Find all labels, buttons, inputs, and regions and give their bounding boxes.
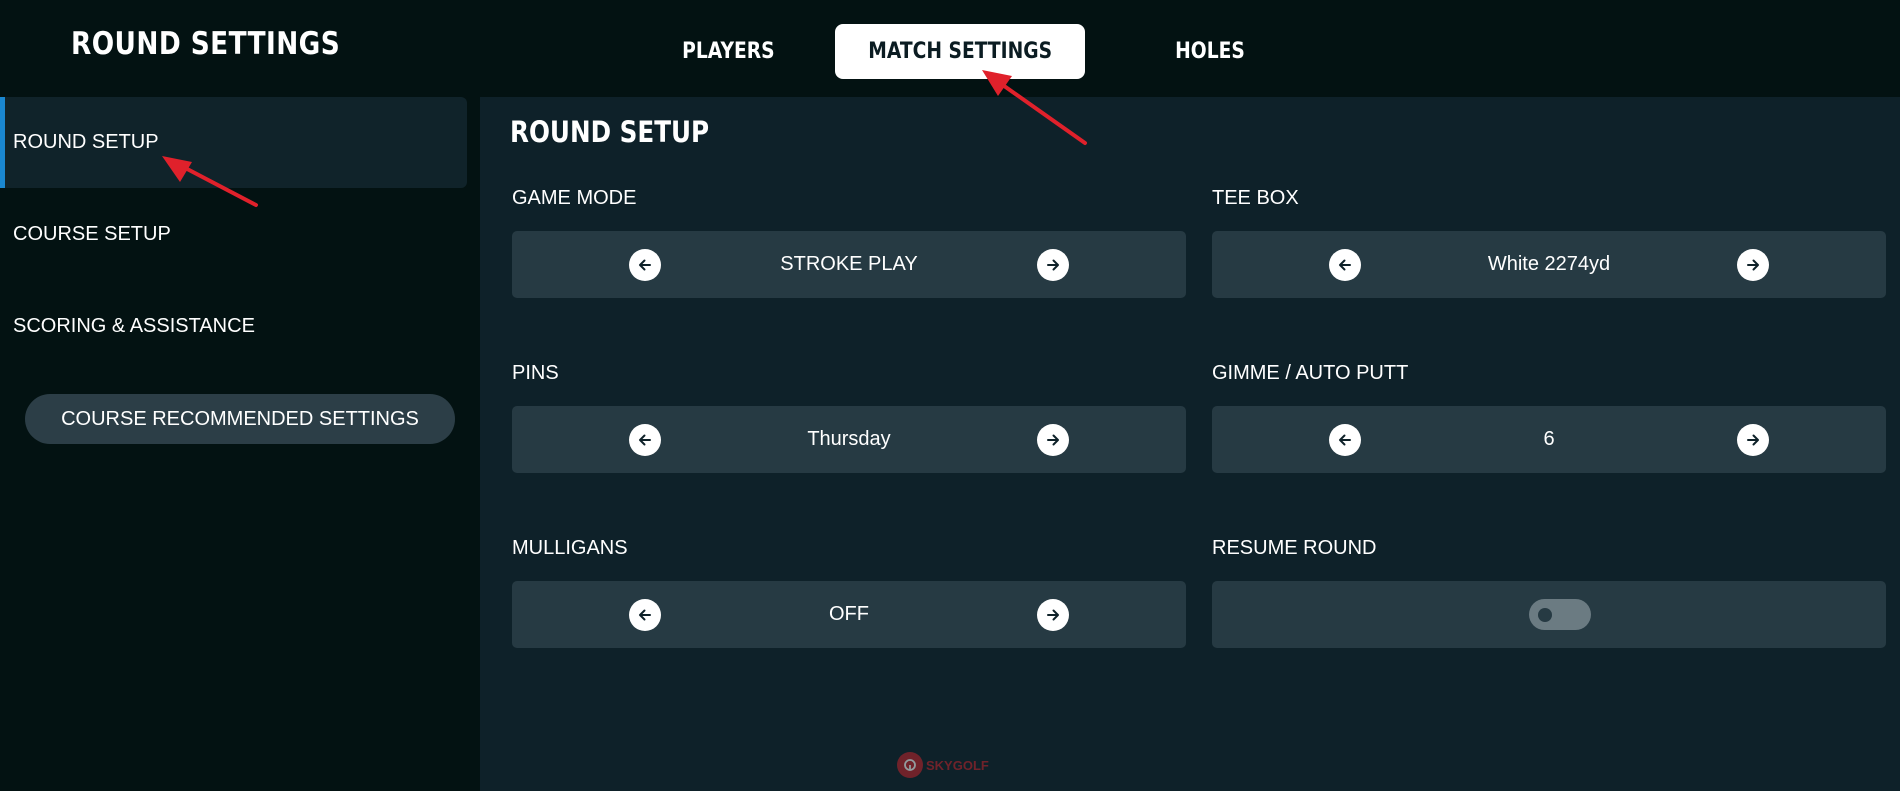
sidebar-item-label: SCORING & ASSISTANCE [13, 315, 255, 337]
course-recommended-settings-button[interactable]: COURSE RECOMMENDED SETTINGS [25, 394, 455, 444]
sidebar-item-label: COURSE SETUP [13, 223, 171, 245]
pins-next-button[interactable] [1037, 424, 1069, 456]
arrow-right-icon [1747, 259, 1759, 271]
toggle-knob [1538, 608, 1552, 622]
sidebar-item-label: ROUND SETUP [13, 131, 159, 153]
app-root: ROUND SETTINGS PLAYERS MATCH SETTINGS HO… [0, 0, 1900, 791]
pins-value: Thursday [807, 428, 891, 450]
course-recommended-settings-label: COURSE RECOMMENDED SETTINGS [61, 407, 419, 430]
arrow-right-icon [1047, 259, 1059, 271]
tee-box-value: White 2274yd [1487, 253, 1611, 275]
arrow-right-icon [1747, 434, 1759, 446]
section-title: ROUND SETUP [510, 115, 710, 149]
arrow-left-icon [1339, 259, 1351, 271]
tee-box-label: TEE BOX [1212, 187, 1299, 209]
tab-players-label: PLAYERS [681, 39, 775, 64]
tab-holes[interactable]: HOLES [1120, 24, 1300, 79]
mulligans-prev-button[interactable] [629, 599, 661, 631]
tee-box-selector: White 2274yd [1212, 231, 1886, 298]
sidebar-item-round-setup[interactable]: ROUND SETUP [0, 97, 467, 188]
game-mode-selector: STROKE PLAY [512, 231, 1186, 298]
mulligans-selector: OFF [512, 581, 1186, 648]
tee-box-next-button[interactable] [1737, 249, 1769, 281]
gimme-auto-putt-prev-button[interactable] [1329, 424, 1361, 456]
game-mode-label: GAME MODE [512, 187, 637, 209]
tab-holes-label: HOLES [1175, 39, 1245, 64]
game-mode-next-button[interactable] [1037, 249, 1069, 281]
sidebar: ROUND SETUP COURSE SETUP SCORING & ASSIS… [0, 97, 480, 791]
tab-match-settings[interactable]: MATCH SETTINGS [835, 24, 1085, 79]
sidebar-item-scoring-assistance[interactable]: SCORING & ASSISTANCE [0, 281, 467, 372]
gimme-auto-putt-next-button[interactable] [1737, 424, 1769, 456]
mulligans-next-button[interactable] [1037, 599, 1069, 631]
watermark-text: SKYGOLF [926, 757, 989, 773]
gimme-auto-putt-label: GIMME / AUTO PUTT [1212, 362, 1409, 384]
arrow-left-icon [1339, 434, 1351, 446]
arrow-left-icon [639, 609, 651, 621]
mulligans-value: OFF [829, 603, 869, 625]
watermark: SKYGOLF [897, 752, 989, 778]
game-mode-value: STROKE PLAY [780, 253, 918, 275]
gimme-auto-putt-selector: 6 [1212, 406, 1886, 473]
arrow-right-icon [1047, 609, 1059, 621]
game-mode-prev-button[interactable] [629, 249, 661, 281]
pins-selector: Thursday [512, 406, 1186, 473]
sidebar-item-course-setup[interactable]: COURSE SETUP [0, 189, 467, 280]
golf-ball-logo-icon [897, 752, 923, 778]
active-indicator [0, 97, 5, 188]
arrow-left-icon [639, 434, 651, 446]
main-panel: ROUND SETUP GAME MODE STROKE PLAY TEE BO… [480, 97, 1900, 791]
arrow-left-icon [639, 259, 651, 271]
pins-prev-button[interactable] [629, 424, 661, 456]
resume-round-toggle[interactable] [1529, 599, 1591, 630]
resume-round-label: RESUME ROUND [1212, 537, 1377, 559]
tab-match-settings-label: MATCH SETTINGS [868, 39, 1052, 64]
mulligans-label: MULLIGANS [512, 537, 628, 559]
tab-players[interactable]: PLAYERS [644, 24, 812, 79]
arrow-right-icon [1047, 434, 1059, 446]
resume-round-container [1212, 581, 1886, 648]
pins-label: PINS [512, 362, 559, 384]
gimme-auto-putt-value: 6 [1543, 428, 1555, 450]
page-title: ROUND SETTINGS [71, 26, 341, 62]
top-header: ROUND SETTINGS PLAYERS MATCH SETTINGS HO… [0, 0, 1900, 97]
tee-box-prev-button[interactable] [1329, 249, 1361, 281]
